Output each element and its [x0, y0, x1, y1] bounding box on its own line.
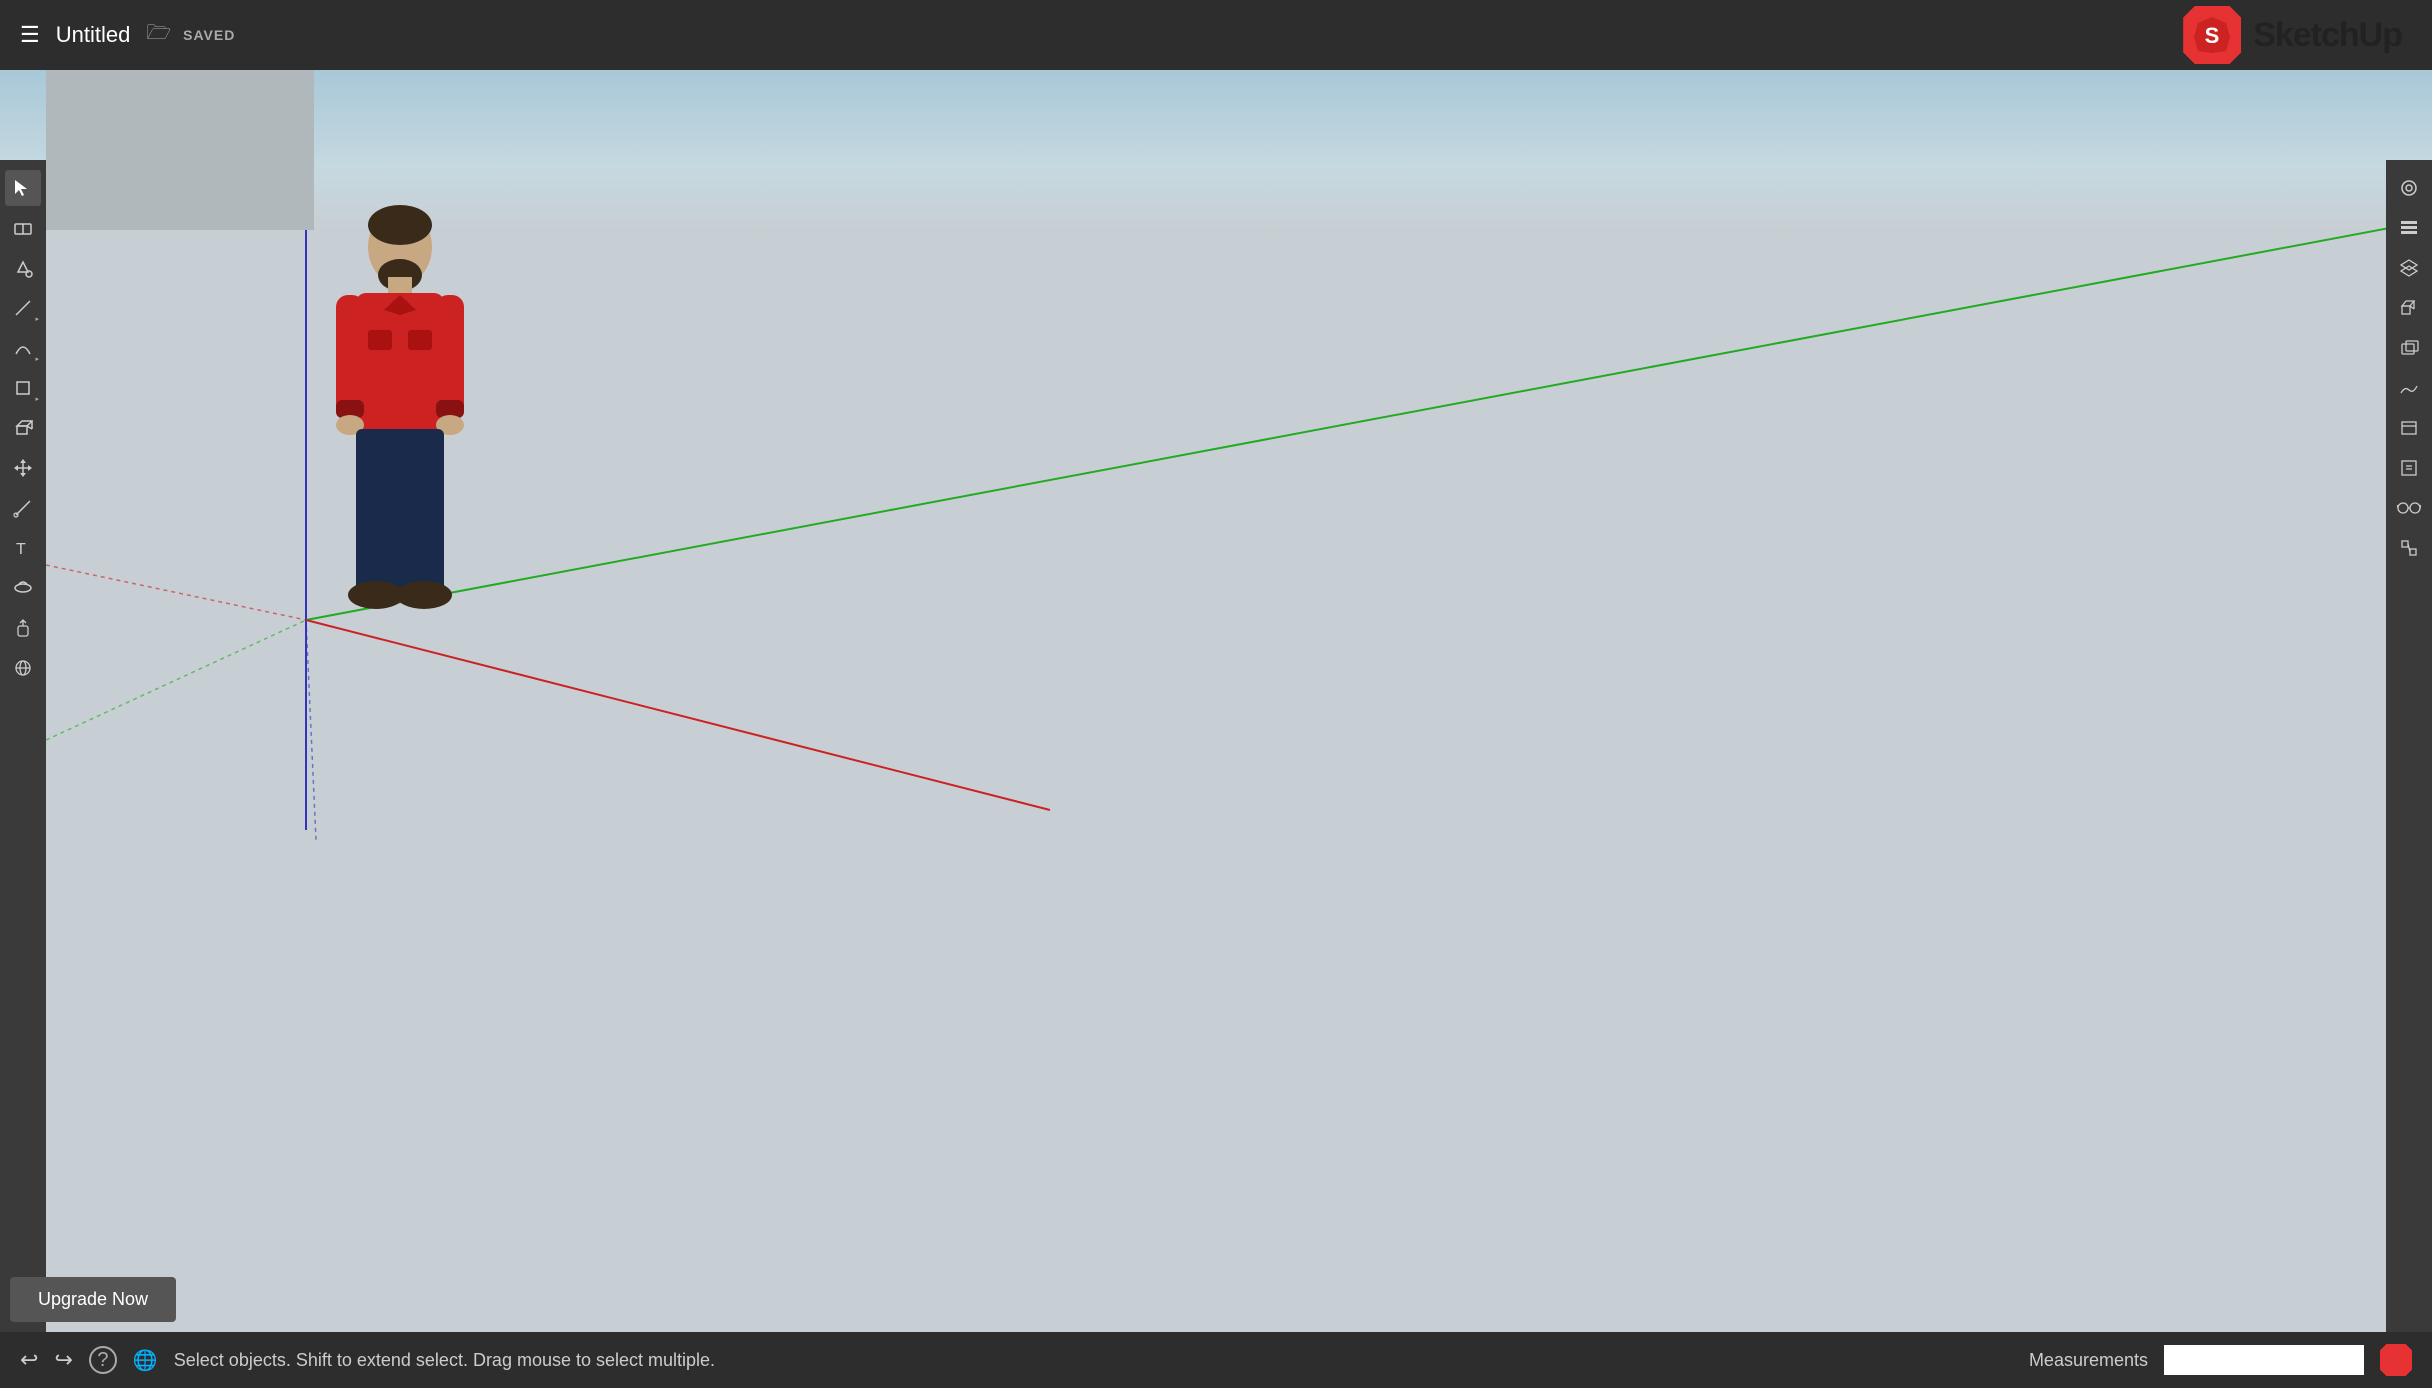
tool-orbit[interactable] — [5, 570, 41, 606]
sketchup-small-icon — [2380, 1344, 2412, 1376]
tool-tape-measure[interactable] — [5, 490, 41, 526]
tool-eraser[interactable] — [5, 210, 41, 246]
top-left-panel — [46, 70, 314, 230]
tool-spectacles[interactable] — [2391, 490, 2427, 526]
right-toolbar — [2386, 160, 2432, 1332]
tool-select[interactable] — [5, 170, 41, 206]
svg-text:S: S — [2205, 23, 2220, 48]
redo-button[interactable]: ↪ — [54, 1347, 72, 1373]
left-toolbar: ▸ ▸ ▸ — [0, 160, 46, 1332]
saved-status: SAVED — [183, 27, 235, 43]
sketchup-logo: S SketchUp — [2183, 6, 2402, 64]
undo-button[interactable]: ↩ — [20, 1347, 38, 1373]
person-figure — [320, 195, 480, 645]
tool-shape[interactable]: ▸ — [5, 370, 41, 406]
globe-button[interactable]: 🌐 — [133, 1348, 158, 1373]
tool-entity-info[interactable] — [2391, 450, 2427, 486]
upgrade-now-button[interactable]: Upgrade Now — [10, 1277, 176, 1322]
brand-name: SketchUp — [2253, 16, 2402, 55]
measurements-label: Measurements — [2029, 1350, 2148, 1371]
svg-text:T: T — [16, 541, 26, 558]
tool-move[interactable] — [5, 450, 41, 486]
help-button[interactable]: ? — [89, 1346, 117, 1374]
tool-arc[interactable]: ▸ — [5, 330, 41, 366]
header: ☰ Untitled 🗁 SAVED S SketchUp — [0, 0, 2432, 70]
tool-trimble-connect[interactable] — [2391, 530, 2427, 566]
folder-icon[interactable]: 🗁 — [146, 18, 171, 52]
logo-box: S — [2183, 6, 2241, 64]
menu-button[interactable]: ☰ — [20, 22, 40, 48]
tool-scenes[interactable] — [2391, 410, 2427, 446]
tool-push-pull[interactable] — [5, 410, 41, 446]
tool-3d-warehouse[interactable] — [2391, 290, 2427, 326]
document-title: Untitled — [56, 22, 131, 48]
tool-paint-bucket[interactable] — [5, 250, 41, 286]
tool-solid[interactable] — [2391, 330, 2427, 366]
tool-line[interactable]: ▸ — [5, 290, 41, 326]
tool-walk[interactable] — [5, 650, 41, 686]
tool-styles[interactable] — [2391, 170, 2427, 206]
tool-layers[interactable] — [2391, 250, 2427, 286]
tool-components[interactable] — [2391, 210, 2427, 246]
tool-pan[interactable] — [5, 610, 41, 646]
status-message: Select objects. Shift to extend select. … — [174, 1350, 2013, 1371]
measurements-input[interactable] — [2164, 1345, 2364, 1375]
status-bar: ↩ ↪ ? 🌐 Select objects. Shift to extend … — [0, 1332, 2432, 1388]
tool-sandbox[interactable] — [2391, 370, 2427, 406]
tool-text[interactable]: T — [5, 530, 41, 566]
